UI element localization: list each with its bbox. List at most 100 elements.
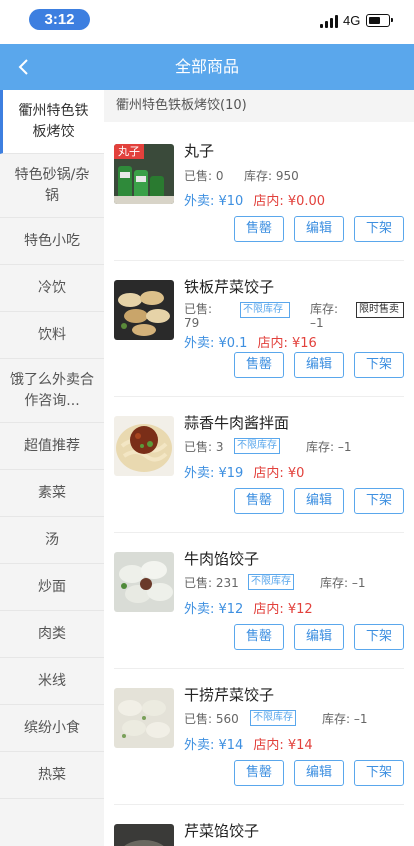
sidebar-item-label: 特色砂锅/杂锅 bbox=[14, 166, 90, 204]
product-meta: 已售: 0 库存: 950 bbox=[184, 167, 299, 184]
divider bbox=[114, 532, 404, 533]
sidebar-item-mixian[interactable]: 米线 bbox=[0, 658, 104, 705]
sidebar-item-label: 饮料 bbox=[38, 326, 66, 343]
limited-time-badge: 限时售卖 bbox=[356, 302, 404, 318]
list-item: 丸子 丸子 已售: 0 库存: 950 外卖: ¥10 店内: ¥0.00 售罄 … bbox=[104, 134, 414, 260]
product-name: 丸子 bbox=[184, 142, 215, 160]
sidebar-item-recai[interactable]: 热菜 bbox=[0, 752, 104, 799]
section-title: 衢州特色铁板烤饺(10) bbox=[104, 90, 414, 122]
product-name: 蒜香牛肉酱拌面 bbox=[184, 414, 290, 432]
status-bar: 3:12 4G bbox=[0, 0, 414, 44]
sidebar-item-label: 特色小吃 bbox=[24, 232, 80, 249]
edit-button[interactable]: 编辑 bbox=[294, 488, 344, 514]
price-row: 外卖: ¥14 店内: ¥14 bbox=[184, 734, 313, 753]
product-meta: 已售: 3 不限库存 库存: –1 bbox=[184, 438, 410, 455]
dine-in-price: 店内: ¥14 bbox=[253, 738, 313, 753]
battery-icon bbox=[366, 14, 393, 27]
offline-button[interactable]: 下架 bbox=[354, 760, 404, 786]
product-meta: 已售: 560 不限库存 库存: –1 bbox=[184, 710, 410, 727]
sidebar-item-label: 米线 bbox=[38, 672, 66, 689]
delivery-price: 外卖: ¥19 bbox=[184, 466, 244, 481]
edit-button[interactable]: 编辑 bbox=[294, 352, 344, 378]
offline-button[interactable]: 下架 bbox=[354, 352, 404, 378]
sidebar-item-chaozhi[interactable]: 超值推荐 bbox=[0, 423, 104, 470]
product-image bbox=[114, 824, 174, 846]
list-item: 干捞芹菜饺子 已售: 560 不限库存 库存: –1 外卖: ¥14 店内: ¥1… bbox=[104, 668, 414, 804]
sidebar-item-yinliao[interactable]: 饮料 bbox=[0, 312, 104, 359]
product-name: 干捞芹菜饺子 bbox=[184, 686, 275, 704]
page-title: 全部商品 bbox=[174, 57, 239, 76]
sold-count: 已售: 79 bbox=[184, 302, 213, 330]
list-item: 铁板芹菜饺子 已售: 79 不限库存 库存: –1 限时售卖 外卖: ¥0.1 店… bbox=[104, 260, 414, 396]
sold-out-button[interactable]: 售罄 bbox=[234, 488, 284, 514]
sidebar-item-tang[interactable]: 汤 bbox=[0, 517, 104, 564]
product-meta: 已售: 79 不限库存 库存: –1 限时售卖 bbox=[184, 302, 410, 336]
offline-button[interactable]: 下架 bbox=[354, 624, 404, 650]
product-image bbox=[114, 280, 174, 340]
sold-count: 已售: 560 bbox=[184, 712, 239, 726]
unlimited-stock-badge: 不限库存 bbox=[248, 574, 294, 590]
sidebar-item-lengyin[interactable]: 冷饮 bbox=[0, 265, 104, 312]
unlimited-stock-badge: 不限库存 bbox=[240, 302, 290, 318]
edit-button[interactable]: 编辑 bbox=[294, 216, 344, 242]
product-name: 芹菜馅饺子 bbox=[184, 822, 260, 840]
price-row: 外卖: ¥12 店内: ¥12 bbox=[184, 598, 313, 617]
sold-out-button[interactable]: 售罄 bbox=[234, 216, 284, 242]
dine-in-price: 店内: ¥0 bbox=[253, 466, 305, 481]
dine-in-price: 店内: ¥16 bbox=[257, 336, 317, 351]
divider bbox=[114, 804, 404, 805]
edit-button[interactable]: 编辑 bbox=[294, 624, 344, 650]
edit-button[interactable]: 编辑 bbox=[294, 760, 344, 786]
delivery-price: 外卖: ¥12 bbox=[184, 602, 244, 617]
sidebar-item-xiaoshi[interactable]: 缤纷小食 bbox=[0, 705, 104, 752]
product-list: 衢州特色铁板烤饺(10) 丸子 丸子 已售: 0 库存: 950 外卖: ¥10… bbox=[104, 90, 414, 846]
sidebar-item-chaomian[interactable]: 炒面 bbox=[0, 564, 104, 611]
stock-count: 库存: –1 bbox=[310, 302, 339, 330]
unlimited-stock-badge: 不限库存 bbox=[250, 710, 296, 726]
sidebar-item-label: 炒面 bbox=[38, 578, 66, 595]
price-row: 外卖: ¥0.1 店内: ¥16 bbox=[184, 332, 317, 351]
nav-header: 全部商品 bbox=[0, 44, 414, 90]
sidebar-item-label: 缤纷小食 bbox=[24, 719, 80, 736]
stock-count: 库存: –1 bbox=[320, 576, 366, 590]
product-meta: 已售: 231 不限库存 库存: –1 bbox=[184, 574, 410, 591]
sidebar-item-eleme[interactable]: 饿了么外卖合作咨询... bbox=[0, 359, 104, 423]
product-image bbox=[114, 688, 174, 748]
product-image bbox=[114, 552, 174, 612]
signal-icon bbox=[320, 15, 340, 28]
product-name: 牛肉馅饺子 bbox=[184, 550, 260, 568]
sidebar-item-roulei[interactable]: 肉类 bbox=[0, 611, 104, 658]
sidebar-item-shaguo[interactable]: 特色砂锅/杂锅 bbox=[0, 154, 104, 218]
sidebar-item-label: 超值推荐 bbox=[24, 437, 80, 454]
product-image: 丸子 bbox=[114, 144, 174, 204]
sold-out-button[interactable]: 售罄 bbox=[234, 352, 284, 378]
category-sidebar: 衢州特色铁板烤饺 特色砂锅/杂锅 特色小吃 冷饮 饮料 饿了么外卖合作咨询...… bbox=[0, 90, 104, 846]
sidebar-item-label: 冷饮 bbox=[38, 279, 66, 296]
network-type: 4G bbox=[343, 13, 361, 28]
unlimited-stock-badge: 不限库存 bbox=[234, 438, 280, 454]
stock-count: 库存: –1 bbox=[322, 712, 368, 726]
list-item: 牛肉馅饺子 已售: 231 不限库存 库存: –1 外卖: ¥12 店内: ¥12… bbox=[104, 532, 414, 668]
product-name: 铁板芹菜饺子 bbox=[184, 278, 275, 296]
sidebar-item-label: 汤 bbox=[45, 531, 59, 548]
sold-count: 已售: 3 bbox=[184, 440, 224, 454]
product-image bbox=[114, 416, 174, 476]
sidebar-item-xiaochi[interactable]: 特色小吃 bbox=[0, 218, 104, 265]
sidebar-item-tieban-kaojiao[interactable]: 衢州特色铁板烤饺 bbox=[0, 90, 104, 154]
list-item: 芹菜馅饺子 bbox=[104, 804, 414, 846]
list-item: 蒜香牛肉酱拌面 已售: 3 不限库存 库存: –1 外卖: ¥19 店内: ¥0 … bbox=[104, 396, 414, 532]
sidebar-item-sucai[interactable]: 素菜 bbox=[0, 470, 104, 517]
status-time: 3:12 bbox=[29, 9, 90, 30]
sold-out-button[interactable]: 售罄 bbox=[234, 760, 284, 786]
delivery-price: 外卖: ¥0.1 bbox=[184, 336, 248, 351]
delivery-price: 外卖: ¥14 bbox=[184, 738, 244, 753]
sold-count: 已售: 0 bbox=[184, 169, 224, 183]
sidebar-item-label: 热菜 bbox=[38, 766, 66, 783]
price-row: 外卖: ¥19 店内: ¥0 bbox=[184, 462, 304, 481]
divider bbox=[114, 396, 404, 397]
sold-out-button[interactable]: 售罄 bbox=[234, 624, 284, 650]
offline-button[interactable]: 下架 bbox=[354, 488, 404, 514]
offline-button[interactable]: 下架 bbox=[354, 216, 404, 242]
stock-count: 库存: 950 bbox=[244, 169, 299, 183]
divider bbox=[114, 260, 404, 261]
